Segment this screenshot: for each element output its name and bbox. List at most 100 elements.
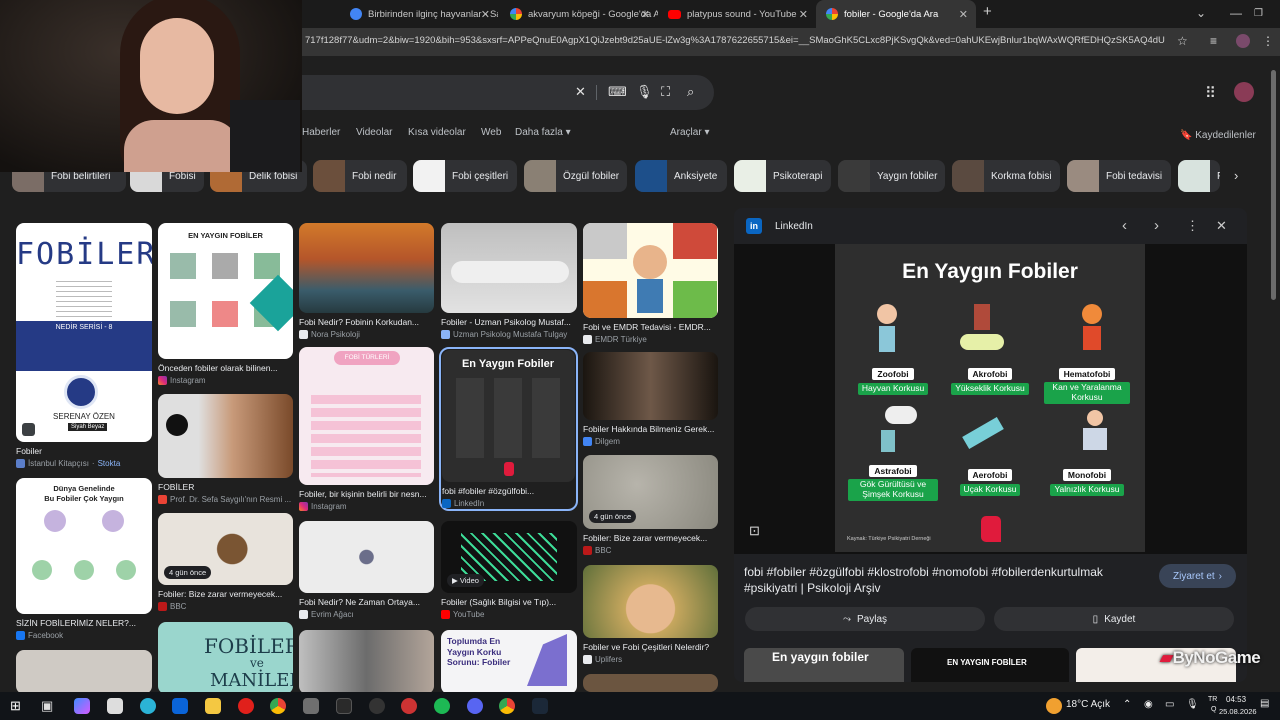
opera-icon[interactable] [238,698,254,714]
obs-icon[interactable] [401,698,417,714]
steam-icon[interactable] [532,698,548,714]
tab-akvaryum[interactable]: akvaryum köpeği - Google'da A ✕ [500,0,658,28]
chrome-icon[interactable] [499,698,515,714]
close-tab-icon[interactable]: ✕ [959,8,968,21]
image-result-fobiler-maniler[interactable]: FOBİLER ve MANİLER [158,622,293,694]
lang-icon[interactable]: TR [1208,696,1217,703]
menu-dots-icon[interactable]: ⋮ [1262,34,1274,48]
account-avatar[interactable] [1234,82,1254,102]
image-result-partial[interactable] [583,674,718,692]
image-result-video[interactable]: ▶ Video Fobiler (Sağlık Bilgisi ve Tıp).… [441,521,577,619]
tray-overflow-icon[interactable]: ⌃ [1123,699,1131,710]
discord-icon[interactable] [467,698,483,714]
network-icon[interactable]: ▭ [1165,699,1174,710]
task-view-icon[interactable]: ▣ [41,698,53,714]
nav-haberler[interactable]: Haberler [302,127,340,138]
preview-image[interactable]: En Yaygın Fobiler Zoofobi Hayvan Korkusu … [835,244,1145,552]
image-result-the-scream[interactable]: Fobi Nedir? Fobinin Korkudan... Nora Psi… [299,223,434,339]
search-input[interactable]: ✕ ⌨ 🎙 ⛶ ⌕ [292,75,714,110]
app-icon[interactable] [369,698,385,714]
lens-search-icon[interactable]: ⊡ [749,523,760,539]
image-result-hand-spiders[interactable]: Fobiler - Uzman Psikolog Mustaf... Uzman… [441,223,577,339]
url-text[interactable]: 717f128f77&udm=2&biw=1920&bih=953&sxsrf=… [305,35,1165,46]
reading-list-icon[interactable]: ≡ [1210,34,1217,48]
windows-start-icon[interactable]: ⊞ [10,698,21,714]
image-result-yaygin-fobiler[interactable]: Dünya Genelinde Bu Fobiler Çok Yaygın Sİ… [16,478,152,640]
nav-araclar[interactable]: Araçlar ▾ [670,127,710,138]
weather-icon[interactable] [1046,698,1062,714]
chip-ozgul-fobiler[interactable]: Özgül fobiler [524,160,627,192]
nav-videolar[interactable]: Videolar [356,127,393,138]
related-image[interactable]: EN YAYGIN FOBİLER [911,648,1069,682]
bookmark-star-icon[interactable]: ☆ [1177,34,1188,48]
nav-daha-fazla[interactable]: Daha fazla ▾ [515,127,571,138]
maximize-icon[interactable]: ❐ [1254,8,1263,19]
chip-korkma-fobisi[interactable]: Korkma fobisi [952,160,1060,192]
image-result-tarantula[interactable]: 4 gün önce Fobiler: Bize zarar vermeyece… [158,513,293,611]
prev-image-icon[interactable]: ‹ [1122,217,1127,234]
copilot-icon[interactable] [74,698,90,714]
image-result-fobi-turleri[interactable]: FOBİ TÜRLERİ Fobiler, bir kişinin belirl… [299,347,434,511]
chip-more[interactable]: F [1178,160,1220,192]
edge-icon[interactable] [140,698,156,714]
image-result-emdr[interactable]: Fobi ve EMDR Tedavisi - EMDR... EMDR Tür… [583,223,718,344]
close-tab-icon[interactable]: ✕ [799,8,808,21]
epic-games-icon[interactable] [336,698,352,714]
tab-youtube[interactable]: platypus sound - YouTube ✕ [658,0,816,28]
image-result-spider[interactable] [16,650,152,694]
image-result-screaming-woman[interactable]: Fobiler ve Fobi Çeşitleri Nelerdir? Upli… [583,565,718,664]
apps-grid-icon[interactable]: ⠿ [1205,84,1216,102]
saved-button[interactable]: 🔖 Kaydedilenler [1180,130,1256,141]
search-icon[interactable]: ⌕ [687,84,694,100]
tab-hayvanlar[interactable]: Birbirinden ilginç hayvanlar - Sa ✕ [340,0,498,28]
tray-app-icon[interactable]: ◉ [1144,699,1153,710]
lens-icon[interactable]: ⛶ [661,84,670,100]
next-image-icon[interactable]: › [1154,217,1159,234]
panel-title[interactable]: fobi #fobiler #özgülfobi #klostrofobi #n… [744,564,1144,596]
chip-psikoterapi[interactable]: Psikoterapi [734,160,831,192]
chips-next-icon[interactable]: › [1234,168,1238,183]
store-icon[interactable] [107,698,123,714]
keyboard-icon[interactable]: ⌨ [608,84,627,100]
page-scrollbar[interactable] [1271,60,1278,680]
save-button[interactable]: ▯ Kaydet [994,607,1234,631]
chip-fobi-nedir[interactable]: Fobi nedir [313,160,407,192]
image-result-toplumda[interactable]: Toplumda En Yaygın Korku Sorunu: Fobiler [441,630,577,694]
profile-avatar[interactable] [1236,34,1250,48]
weather-text[interactable]: 18°C Açık [1066,699,1110,710]
image-result-fobiler-book[interactable]: FOBİLER NEDİR SERİSİ - 8 SERENAY ÖZEN Si… [16,223,152,468]
image-result-screaming[interactable]: Fobiler Hakkında Bilmeniz Gerek... Dilge… [583,352,718,446]
share-button[interactable]: ⤳ Paylaş [745,607,985,631]
mic-icon[interactable]: 🎙 [1186,699,1199,710]
close-tab-icon[interactable]: ✕ [481,8,490,21]
image-result-crowd[interactable] [299,630,434,694]
notifications-icon[interactable]: ▤ [1260,698,1269,709]
tab-fobiler[interactable]: fobiler - Google'da Ara ✕ [816,0,976,28]
app-icon[interactable] [303,698,319,714]
chip-fobi-cesitleri[interactable]: Fobi çeşitleri [413,160,517,192]
scrollbar-thumb[interactable] [1271,70,1276,300]
image-result-spider-web[interactable]: 4 gün önce Fobiler: Bize zarar vermeyece… [583,455,718,555]
minimize-icon[interactable]: — [1230,6,1242,20]
image-result-fobi-ne-zaman[interactable]: Fobi Nedir? Ne Zaman Ortaya... Evrim Ağa… [299,521,434,619]
related-image[interactable]: En yaygın fobiler [744,648,904,682]
image-result-scared-woman[interactable]: FOBİLER Prof. Dr. Sefa Saygılı'nın Resmi… [158,394,293,504]
image-result-en-yaygin-fobiler[interactable]: EN YAYGIN FOBİLER Önceden fobiler olarak… [158,223,293,385]
chip-yaygin-fobiler[interactable]: Yaygın fobiler [838,160,945,192]
mail-icon[interactable] [172,698,188,714]
spotify-icon[interactable] [434,698,450,714]
clear-search-icon[interactable]: ✕ [575,84,586,100]
nav-web[interactable]: Web [481,127,501,138]
visit-button[interactable]: Ziyaret et › [1159,564,1236,588]
tab-search-icon[interactable]: ⌄ [1196,6,1206,20]
chip-anksiyete[interactable]: Anksiyete [635,160,727,192]
close-tab-icon[interactable]: ✕ [641,8,650,21]
chrome-icon[interactable] [270,698,286,714]
clock-date[interactable]: 25.08.2026 [1219,707,1257,716]
nav-kisa-videolar[interactable]: Kısa videolar [408,127,466,138]
image-result-selected[interactable]: En Yaygın Fobiler fobi #fobiler #özgülfo… [439,347,578,511]
file-explorer-icon[interactable] [205,698,221,714]
close-panel-icon[interactable]: ✕ [1216,218,1227,234]
more-options-icon[interactable]: ⋮ [1186,218,1199,234]
microphone-icon[interactable]: 🎙 [636,84,653,100]
